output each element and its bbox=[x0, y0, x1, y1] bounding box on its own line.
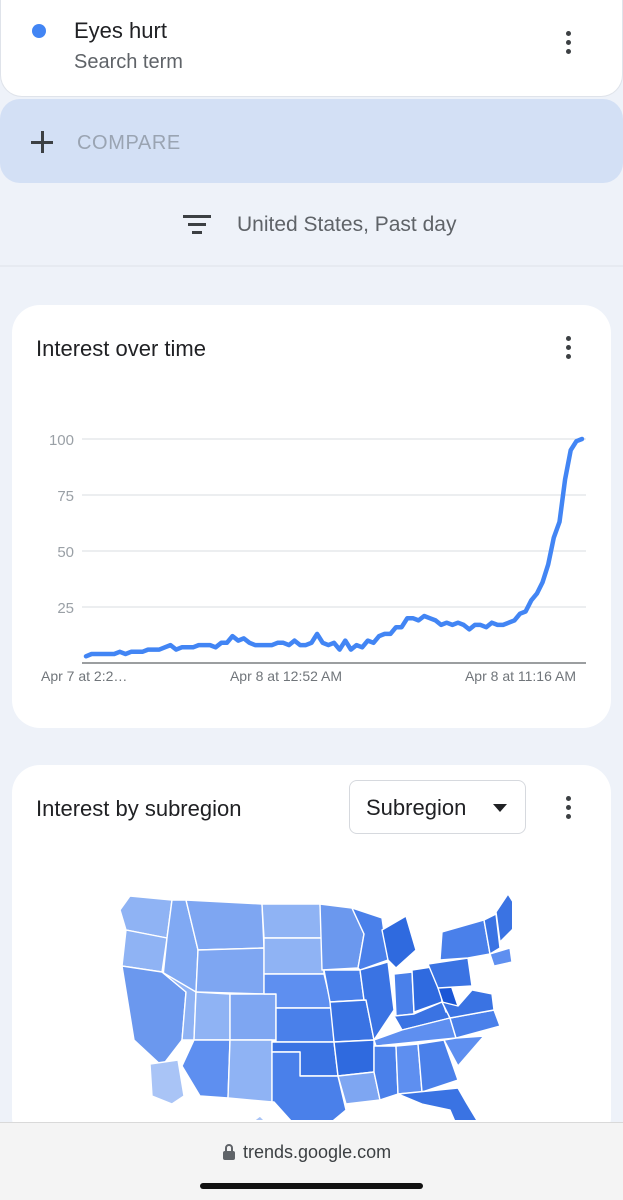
series-color-dot bbox=[32, 24, 46, 38]
search-term-card[interactable]: Eyes hurt Search term bbox=[0, 0, 623, 97]
map-region bbox=[121, 929, 168, 973]
map-region bbox=[393, 971, 415, 1017]
home-indicator[interactable] bbox=[200, 1183, 423, 1189]
card-title-interest-by-subregion: Interest by subregion bbox=[36, 796, 242, 821]
map-region bbox=[337, 1071, 381, 1105]
map-region bbox=[261, 903, 323, 939]
url-text[interactable]: trends.google.com bbox=[243, 1142, 391, 1163]
map-region bbox=[181, 1039, 231, 1099]
map-region bbox=[195, 947, 265, 995]
compare-label: COMPARE bbox=[77, 132, 181, 154]
interest-by-subregion-card: Interest by subregion Subregion bbox=[12, 765, 611, 1145]
map-region bbox=[275, 1007, 335, 1043]
x-tick-label: Apr 8 at 11:16 AM bbox=[465, 668, 576, 684]
divider bbox=[0, 265, 623, 267]
browser-address-bar[interactable]: trends.google.com bbox=[0, 1122, 623, 1200]
interest-over-time-chart[interactable]: 25 50 75 100 Apr 7 at 2:2… Apr 8 at 12:52 AM A… bbox=[12, 305, 611, 728]
search-term-title: Eyes hurt bbox=[74, 18, 167, 43]
filter-list-icon[interactable] bbox=[183, 215, 211, 235]
map-region bbox=[229, 993, 277, 1041]
search-term-subtitle: Search term bbox=[74, 51, 183, 73]
more-vert-icon[interactable] bbox=[556, 27, 580, 57]
map-region bbox=[495, 893, 512, 943]
y-tick-label: 100 bbox=[49, 432, 74, 449]
y-tick-label: 25 bbox=[57, 600, 74, 617]
map-region bbox=[149, 1059, 185, 1105]
map-region bbox=[193, 991, 231, 1041]
subregion-dropdown[interactable]: Subregion bbox=[349, 780, 526, 834]
y-tick-label: 75 bbox=[57, 488, 74, 505]
map-region bbox=[439, 919, 491, 961]
map-region bbox=[333, 1039, 375, 1077]
x-tick-label: Apr 7 at 2:2… bbox=[41, 668, 127, 684]
map-region bbox=[323, 969, 365, 1003]
map-region bbox=[263, 937, 325, 975]
map-region bbox=[373, 1045, 399, 1101]
map-region bbox=[227, 1039, 273, 1103]
filter-summary[interactable]: United States, Past day bbox=[237, 213, 456, 237]
interest-over-time-card: Interest over time 25 50 75 100 Apr 7 at 2:2… bbox=[12, 305, 611, 728]
plus-icon bbox=[31, 131, 53, 153]
y-tick-label: 50 bbox=[57, 544, 74, 561]
x-tick-label: Apr 8 at 12:52 AM bbox=[230, 668, 342, 684]
map-region bbox=[253, 1115, 265, 1120]
us-states-choropleth-map[interactable] bbox=[112, 890, 512, 1120]
more-vert-icon[interactable] bbox=[556, 792, 580, 822]
lock-icon bbox=[223, 1144, 235, 1160]
subregion-dropdown-value: Subregion bbox=[366, 795, 467, 820]
series-line bbox=[83, 436, 585, 659]
map-region bbox=[185, 899, 265, 951]
dropdown-arrow-icon bbox=[493, 804, 507, 812]
map-region bbox=[397, 1087, 478, 1120]
